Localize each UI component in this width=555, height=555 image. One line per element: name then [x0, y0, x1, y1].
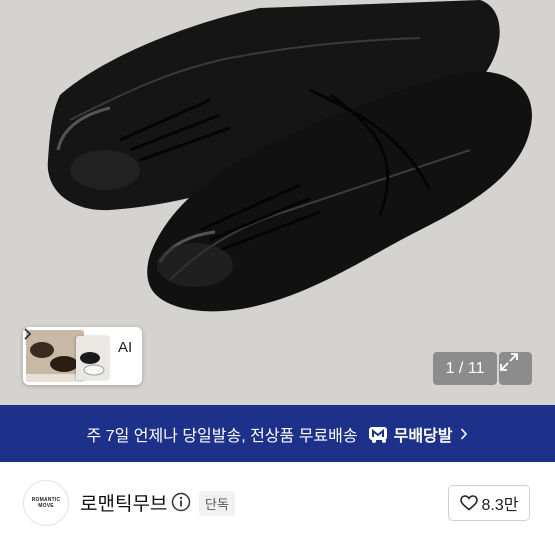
product-image[interactable]: AI 1 / 11 — [0, 0, 555, 405]
ai-similar-button[interactable]: AI — [23, 327, 142, 385]
like-count: 8.3만 — [481, 497, 519, 514]
similar-thumbnails — [26, 330, 112, 382]
image-counter: 1 / 11 — [433, 352, 497, 385]
ai-label: AI — [118, 339, 133, 356]
expand-button[interactable] — [499, 352, 532, 385]
free-shipping-banner[interactable]: 주 7일 언제나 당일발송, 전상품 무료배송 무배당발 — [0, 405, 555, 462]
expand-icon — [500, 353, 518, 371]
info-icon[interactable] — [171, 492, 191, 512]
exclusive-badge: 단독 — [199, 491, 235, 516]
seller-avatar[interactable]: ROMANTIC MOVE — [23, 480, 69, 526]
shop-name[interactable]: 로맨틱무브 — [80, 489, 167, 516]
brand-logo: 무배당발 — [368, 422, 453, 446]
delivery-m-icon — [368, 426, 387, 443]
chevron-right-icon — [24, 328, 32, 340]
banner-text: 주 7일 언제나 당일발송, 전상품 무료배송 — [86, 427, 358, 445]
like-button[interactable]: 8.3만 — [448, 485, 530, 521]
avatar-text-line2: MOVE — [38, 503, 54, 509]
brand-name: 무배당발 — [393, 427, 453, 445]
chevron-right-icon — [461, 427, 468, 440]
seller-section: ROMANTIC MOVE 로맨틱무브 단독 8.3만 — [0, 462, 555, 555]
heart-icon — [459, 495, 478, 511]
